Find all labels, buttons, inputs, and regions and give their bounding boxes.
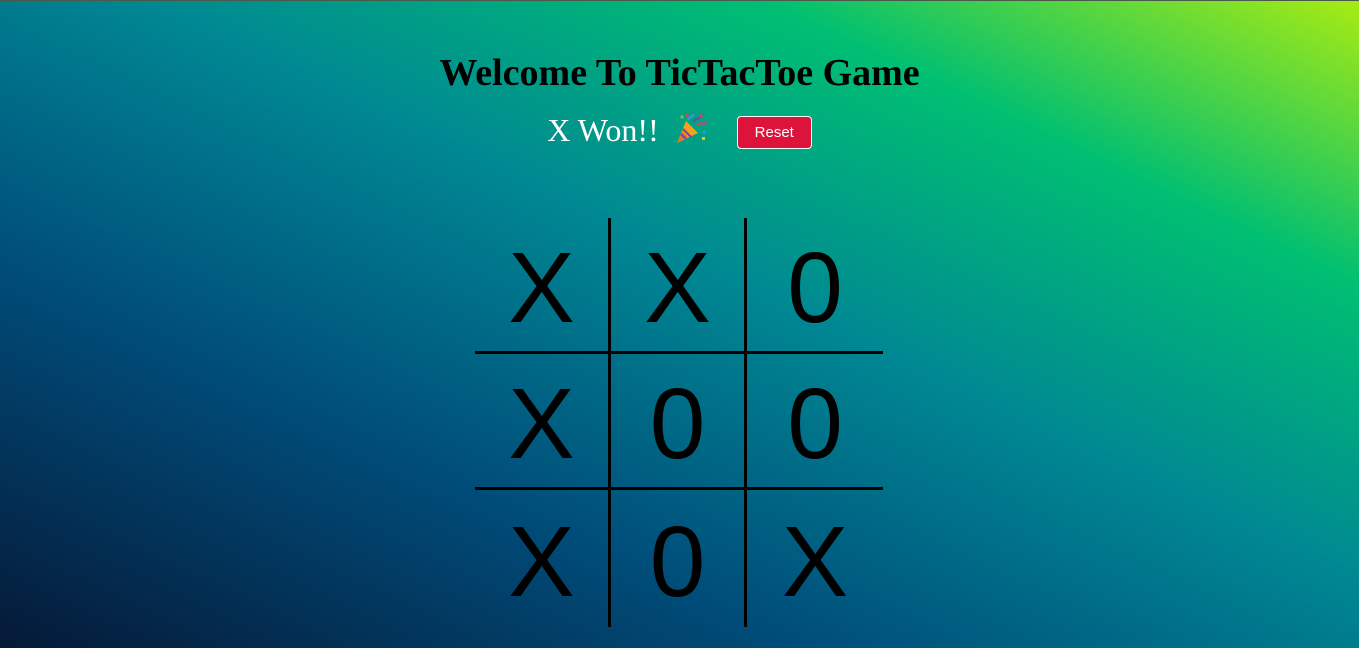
board-cell-7[interactable]: X xyxy=(475,490,611,627)
cell-mark: X xyxy=(508,367,575,480)
cell-mark: X xyxy=(508,231,575,344)
board-cell-1[interactable]: X xyxy=(475,218,611,354)
game-status: X Won!! xyxy=(547,110,707,150)
board-cell-8[interactable]: 0 xyxy=(611,490,747,627)
game-board: X X 0 X 0 0 X 0 X xyxy=(475,218,883,627)
board-cell-3[interactable]: 0 xyxy=(747,218,883,354)
page-title: Welcome To TicTacToe Game xyxy=(439,52,920,94)
board-cell-6[interactable]: 0 xyxy=(747,354,883,490)
status-bar: X Won!! Reset xyxy=(0,108,1359,152)
cell-mark: 0 xyxy=(649,505,706,618)
cell-mark: 0 xyxy=(787,367,843,480)
cell-mark: 0 xyxy=(649,367,706,480)
cell-mark: X xyxy=(508,505,575,618)
board-cell-9[interactable]: X xyxy=(747,490,883,627)
board-cell-2[interactable]: X xyxy=(611,218,747,354)
top-border xyxy=(0,0,1359,1)
cell-mark: X xyxy=(644,231,711,344)
party-popper-icon xyxy=(673,112,707,146)
board-cell-5[interactable]: 0 xyxy=(611,354,747,490)
cell-mark: 0 xyxy=(787,231,843,344)
cell-mark: X xyxy=(781,505,849,618)
status-text: X Won!! xyxy=(547,112,659,148)
board-cell-4[interactable]: X xyxy=(475,354,611,490)
reset-button[interactable]: Reset xyxy=(736,115,812,149)
